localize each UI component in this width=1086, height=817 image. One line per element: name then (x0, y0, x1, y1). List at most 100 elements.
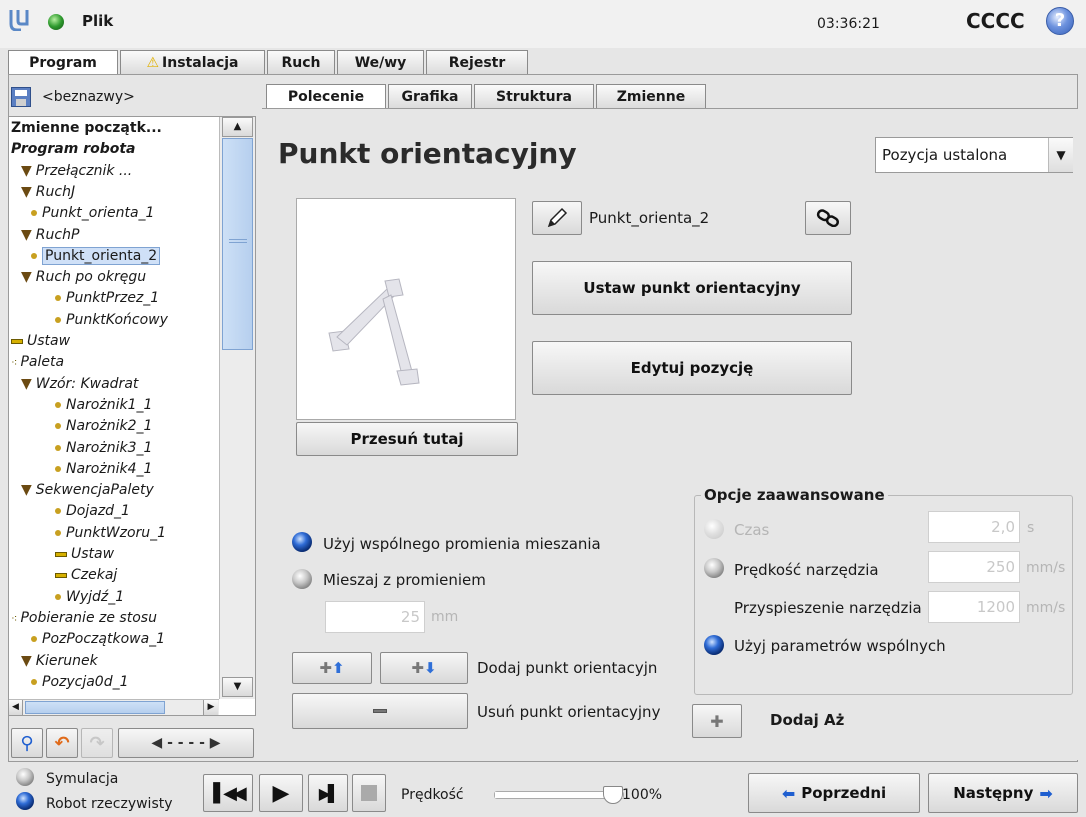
tree-item[interactable]: Narożnik3_1 (55, 438, 152, 459)
scroll-right-icon[interactable]: ▶ (203, 700, 218, 715)
tab-command[interactable]: Polecenie (266, 84, 386, 109)
tool-speed-radio[interactable] (704, 558, 724, 578)
robot-preview (296, 198, 516, 420)
tool-accel-input[interactable]: 1200 (928, 591, 1020, 623)
redo-button[interactable]: ↷ (81, 728, 113, 758)
tree-item[interactable]: Narożnik1_1 (55, 395, 152, 416)
tab-installation[interactable]: ⚠ Instalacja (120, 50, 265, 74)
stop-button[interactable] (352, 774, 386, 812)
real-robot-radio[interactable] (16, 792, 34, 810)
pallet-dots-icon: ⁖ (11, 611, 18, 625)
tool-speed-label: Prędkość narzędzia (734, 561, 879, 579)
tree-item[interactable]: Pozycja0d_1 (31, 672, 129, 693)
tree-item[interactable]: Wyjdź_1 (55, 587, 124, 608)
file-menu[interactable]: Plik (82, 12, 113, 30)
tab-log[interactable]: Rejestr (426, 50, 528, 74)
time-label: Czas (734, 521, 770, 539)
time-radio[interactable] (704, 519, 724, 539)
tree-item[interactable]: Zmienne początk... (11, 118, 162, 139)
edit-pose-button[interactable]: Edytuj pozycję (532, 341, 852, 395)
tree-item[interactable]: PunktPrzez_1 (55, 288, 159, 309)
tree-item[interactable]: Czekaj (55, 565, 117, 586)
tab-variables[interactable]: Zmienne (596, 84, 706, 108)
add-after-button[interactable]: ✚⬇ (380, 652, 468, 684)
hscroll-thumb[interactable] (25, 701, 165, 714)
shared-params-label: Użyj parametrów wspólnych (734, 637, 946, 655)
tree-item[interactable]: Punkt_orienta_1 (31, 203, 154, 224)
add-until-button[interactable]: ✚ (692, 704, 742, 738)
remove-waypoint-button[interactable] (292, 693, 468, 729)
search-button[interactable]: ⚲ (11, 728, 43, 758)
waypoint-dot-icon (55, 465, 61, 472)
tree-item[interactable]: ▼ Wzór: Kwadrat (21, 374, 138, 395)
rewind-button[interactable]: ▌◀◀ (203, 774, 253, 812)
tree-item[interactable]: ▼ SekwencjaPalety (21, 480, 154, 501)
rename-button[interactable] (532, 201, 582, 235)
waypoint-dot-icon (55, 316, 61, 323)
blend-radius-label: Mieszaj z promieniem (323, 571, 486, 589)
tree-item-label: Dojazd_1 (66, 503, 130, 520)
speed-slider[interactable] (494, 786, 624, 804)
tree-item[interactable]: Program robota (11, 139, 136, 160)
shared-params-radio[interactable] (704, 635, 724, 655)
move-node-button[interactable]: ◀ - - - - ▶ (118, 728, 254, 758)
tree-item[interactable]: ⁖ Paleta (11, 352, 64, 373)
simulation-radio[interactable] (16, 768, 34, 786)
shared-blend-radio[interactable] (292, 532, 312, 552)
tree-item-label: Zmienne początk... (11, 120, 162, 136)
tree-item[interactable]: ▼ Przełącznik ... (21, 161, 132, 182)
tree-item[interactable]: PunktKońcowy (55, 310, 168, 331)
play-button[interactable]: ▶ (259, 774, 303, 812)
position-select[interactable]: Pozycja ustalona ▼ (875, 137, 1073, 173)
next-button[interactable]: Następny ➡ (928, 773, 1078, 813)
tree-item[interactable]: ▼ RuchP (21, 225, 79, 246)
tree-item[interactable]: ⁖ Pobieranie ze stosu (11, 608, 157, 629)
tree-item-label: Narożnik1_1 (66, 396, 153, 413)
tab-structure[interactable]: Struktura (474, 84, 594, 108)
time-unit: s (1027, 520, 1035, 536)
tree-item-label: Ustaw (27, 333, 71, 349)
time-input[interactable]: 2,0 (928, 511, 1020, 543)
tool-speed-input[interactable]: 250 (928, 551, 1020, 583)
waypoint-dot-icon (31, 636, 37, 643)
tree-item[interactable]: ▼ Ruch po okręgu (21, 267, 146, 288)
tab-move[interactable]: Ruch (267, 50, 335, 74)
scroll-up-icon[interactable]: ▲ (222, 117, 253, 137)
tree-hscrollbar[interactable]: ◀ ▶ (9, 699, 219, 715)
add-before-button[interactable]: ✚⬆ (292, 652, 372, 684)
search-icon: ⚲ (20, 732, 34, 754)
link-button[interactable] (805, 201, 851, 235)
tree-item[interactable]: Punkt_orienta_2 (31, 246, 161, 267)
blend-radius-input[interactable]: 25 (325, 601, 425, 633)
main-tabs: Program ⚠ Instalacja Ruch We/wy Rejestr (8, 50, 1078, 75)
scroll-left-icon[interactable]: ◀ (9, 700, 23, 715)
tree-vscrollbar[interactable]: ▲ ▼ (219, 117, 255, 699)
help-icon[interactable]: ? (1046, 7, 1074, 35)
tab-io[interactable]: We/wy (337, 50, 424, 74)
tree-item[interactable]: PunktWzoru_1 (55, 523, 166, 544)
tree-item[interactable]: Dojazd_1 (55, 501, 130, 522)
scroll-down-icon[interactable]: ▼ (222, 677, 253, 697)
step-button[interactable]: ▶▌ (308, 774, 348, 812)
tree-item[interactable]: PozPoczątkowa_1 (31, 629, 165, 650)
tool-speed-unit: mm/s (1026, 560, 1066, 576)
previous-button[interactable]: ⬅ Poprzedni (748, 773, 920, 813)
tab-program[interactable]: Program (8, 50, 118, 75)
tree-item[interactable]: ▼ Kierunek (21, 651, 98, 672)
save-icon[interactable] (11, 87, 31, 107)
tree-item[interactable]: Narożnik2_1 (55, 416, 152, 437)
tab-graphics[interactable]: Grafika (388, 84, 472, 108)
set-waypoint-button[interactable]: Ustaw punkt orientacyjny (532, 261, 852, 315)
tree-item[interactable]: Ustaw (55, 544, 114, 565)
scroll-thumb[interactable] (222, 138, 253, 350)
tree-item[interactable]: Ustaw (11, 331, 70, 352)
undo-button[interactable]: ↶ (46, 728, 78, 758)
speed-slider-thumb[interactable] (603, 786, 623, 804)
blend-radius-radio[interactable] (292, 569, 312, 589)
move-here-button[interactable]: Przesuń tutaj (296, 422, 518, 456)
tree-item[interactable]: ▼ RuchJ (21, 182, 75, 203)
chevron-down-icon[interactable]: ▼ (1048, 138, 1073, 172)
clock: 03:36:21 (817, 16, 880, 32)
tree-item[interactable]: Narożnik4_1 (55, 459, 152, 480)
robot-arm-image (328, 278, 420, 386)
